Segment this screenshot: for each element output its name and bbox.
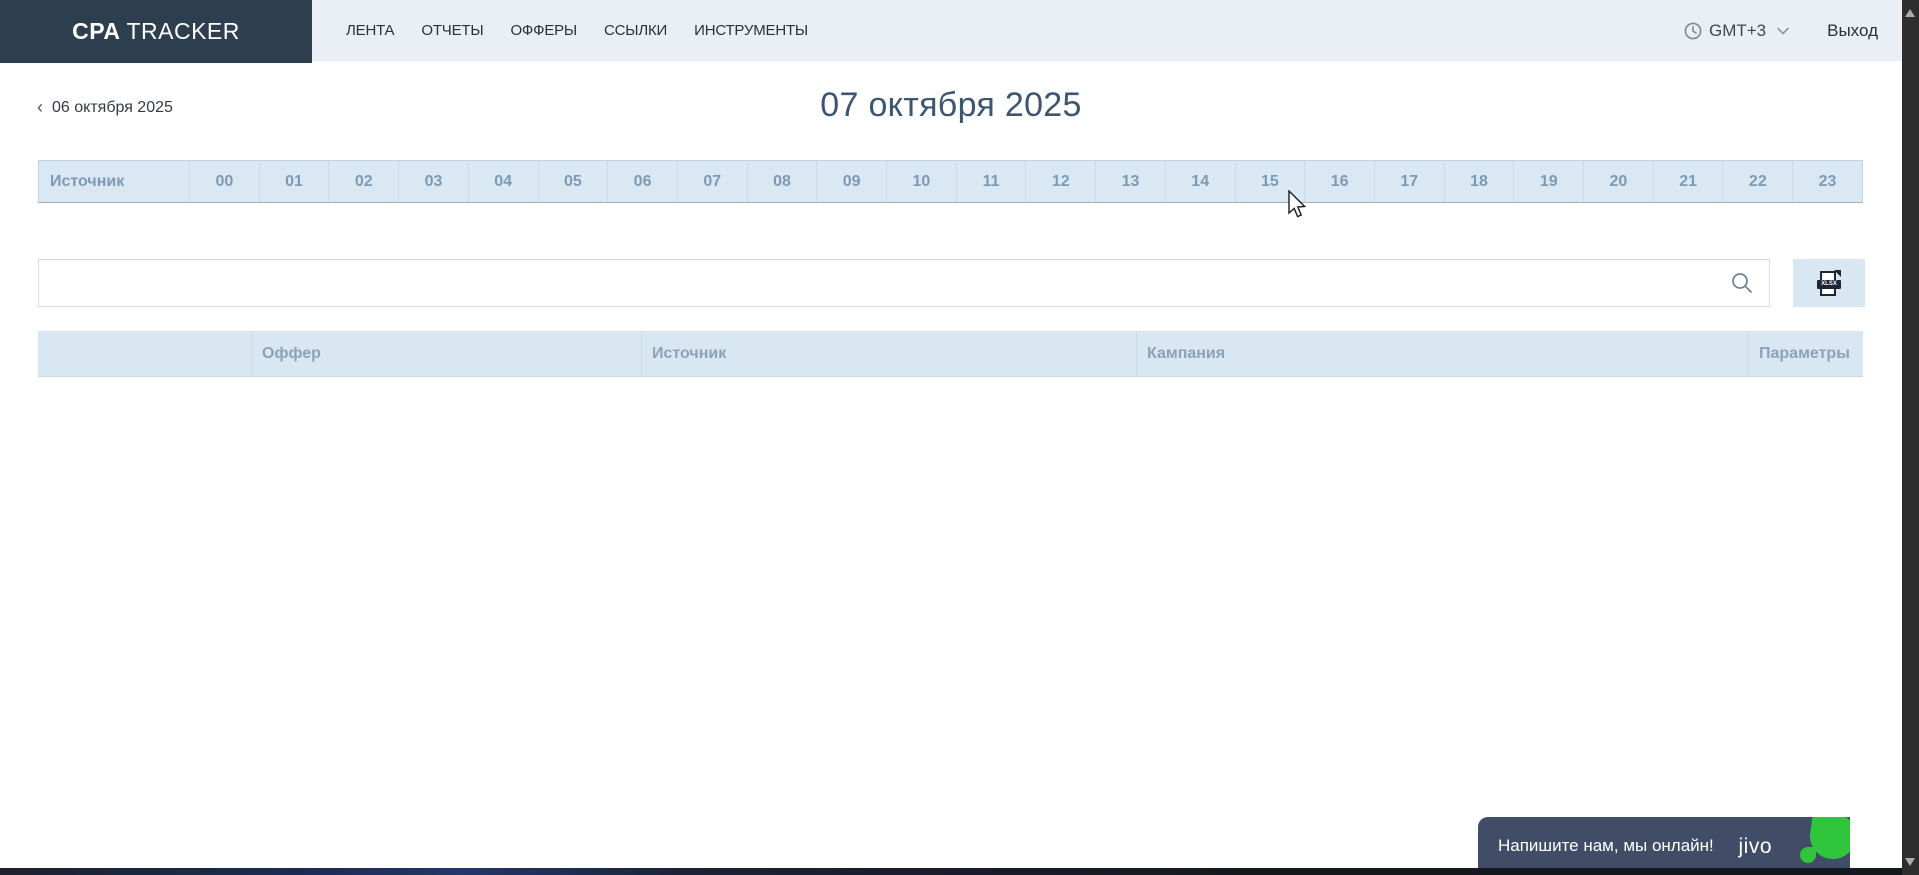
hour-header-06: 06 (607, 161, 677, 202)
hour-header-20: 20 (1583, 161, 1653, 202)
nav-item-offery[interactable]: ОФФЕРЫ (510, 22, 577, 39)
timezone-selector[interactable]: GMT+3 (1684, 21, 1789, 41)
hour-header-02: 02 (328, 161, 398, 202)
hour-header-22: 22 (1722, 161, 1792, 202)
hour-header-00: 00 (189, 161, 259, 202)
hour-header-15: 15 (1235, 161, 1305, 202)
nav-item-otchety[interactable]: ОТЧЕТЫ (421, 22, 483, 39)
hour-header-16: 16 (1304, 161, 1374, 202)
data-table-header: Оффер Источник Кампания Параметры (38, 331, 1863, 377)
hour-header-05: 05 (538, 161, 608, 202)
brand-logo-text: CPATRACKER (72, 18, 240, 45)
scrollbar-up-arrow[interactable] (1905, 9, 1915, 17)
timezone-label: GMT+3 (1709, 21, 1766, 41)
hour-header-14: 14 (1165, 161, 1235, 202)
column-header-params: Параметры (1748, 331, 1863, 376)
column-header-empty (38, 331, 251, 376)
hour-header-08: 08 (747, 161, 817, 202)
jivo-leaf-icon (1792, 817, 1850, 875)
hour-header-18: 18 (1444, 161, 1514, 202)
clock-icon (1684, 22, 1702, 40)
scrollbar-down-arrow[interactable] (1905, 858, 1915, 866)
nav-item-lenta[interactable]: ЛЕНТА (346, 22, 394, 39)
logout-button[interactable]: Выход (1827, 21, 1878, 41)
topbar-right-controls: GMT+3 Выход (1684, 0, 1878, 61)
hourly-stats-header: Источник 00 01 02 03 04 05 06 07 08 09 1… (38, 160, 1863, 203)
vertical-scrollbar[interactable] (1902, 0, 1919, 875)
brand-logo[interactable]: CPATRACKER (0, 0, 312, 63)
hours-source-header: Источник (39, 161, 189, 202)
chevron-down-icon (1777, 27, 1789, 35)
nav-item-instrumenty[interactable]: ИНСТРУМЕНТЫ (694, 22, 808, 39)
hour-header-12: 12 (1025, 161, 1095, 202)
hour-header-17: 17 (1374, 161, 1444, 202)
main-nav: ЛЕНТА ОТЧЕТЫ ОФФЕРЫ ССЫЛКИ ИНСТРУМЕНТЫ (346, 0, 808, 61)
nav-item-ssylki[interactable]: ССЫЛКИ (604, 22, 667, 39)
hour-header-10: 10 (886, 161, 956, 202)
column-header-source: Источник (641, 331, 1136, 376)
bottom-edge-bar (0, 868, 1919, 875)
hour-header-09: 09 (816, 161, 886, 202)
hour-header-21: 21 (1653, 161, 1723, 202)
search-icon[interactable] (1730, 271, 1754, 295)
brand-bold: CPA (72, 18, 120, 44)
xlsx-file-icon: XLSX (1819, 271, 1839, 296)
column-header-offer: Оффер (251, 331, 641, 376)
page-title-wrap: 07 октября 2025 (0, 86, 1902, 125)
chat-message: Напишите нам, мы онлайн! (1478, 836, 1714, 856)
hour-header-11: 11 (956, 161, 1026, 202)
hour-header-04: 04 (468, 161, 538, 202)
hour-header-07: 07 (677, 161, 747, 202)
brand-rest: TRACKER (126, 18, 239, 44)
jivo-logo: jivo (1738, 835, 1772, 859)
hour-header-01: 01 (259, 161, 329, 202)
export-xlsx-button[interactable]: XLSX (1793, 259, 1865, 307)
hour-header-23: 23 (1792, 161, 1862, 202)
xlsx-file-label: XLSX (1817, 280, 1841, 289)
hour-header-19: 19 (1513, 161, 1583, 202)
hour-header-03: 03 (398, 161, 468, 202)
search-bar (38, 259, 1770, 307)
chat-widget[interactable]: Напишите нам, мы онлайн! jivo (1478, 817, 1850, 875)
hour-header-13: 13 (1095, 161, 1165, 202)
app-screen: ЛЕНТА ОТЧЕТЫ ОФФЕРЫ ССЫЛКИ ИНСТРУМЕНТЫ G… (0, 0, 1919, 875)
column-header-campaign: Кампания (1136, 331, 1748, 376)
search-input[interactable] (38, 259, 1770, 307)
page-title: 07 октября 2025 (820, 86, 1081, 124)
